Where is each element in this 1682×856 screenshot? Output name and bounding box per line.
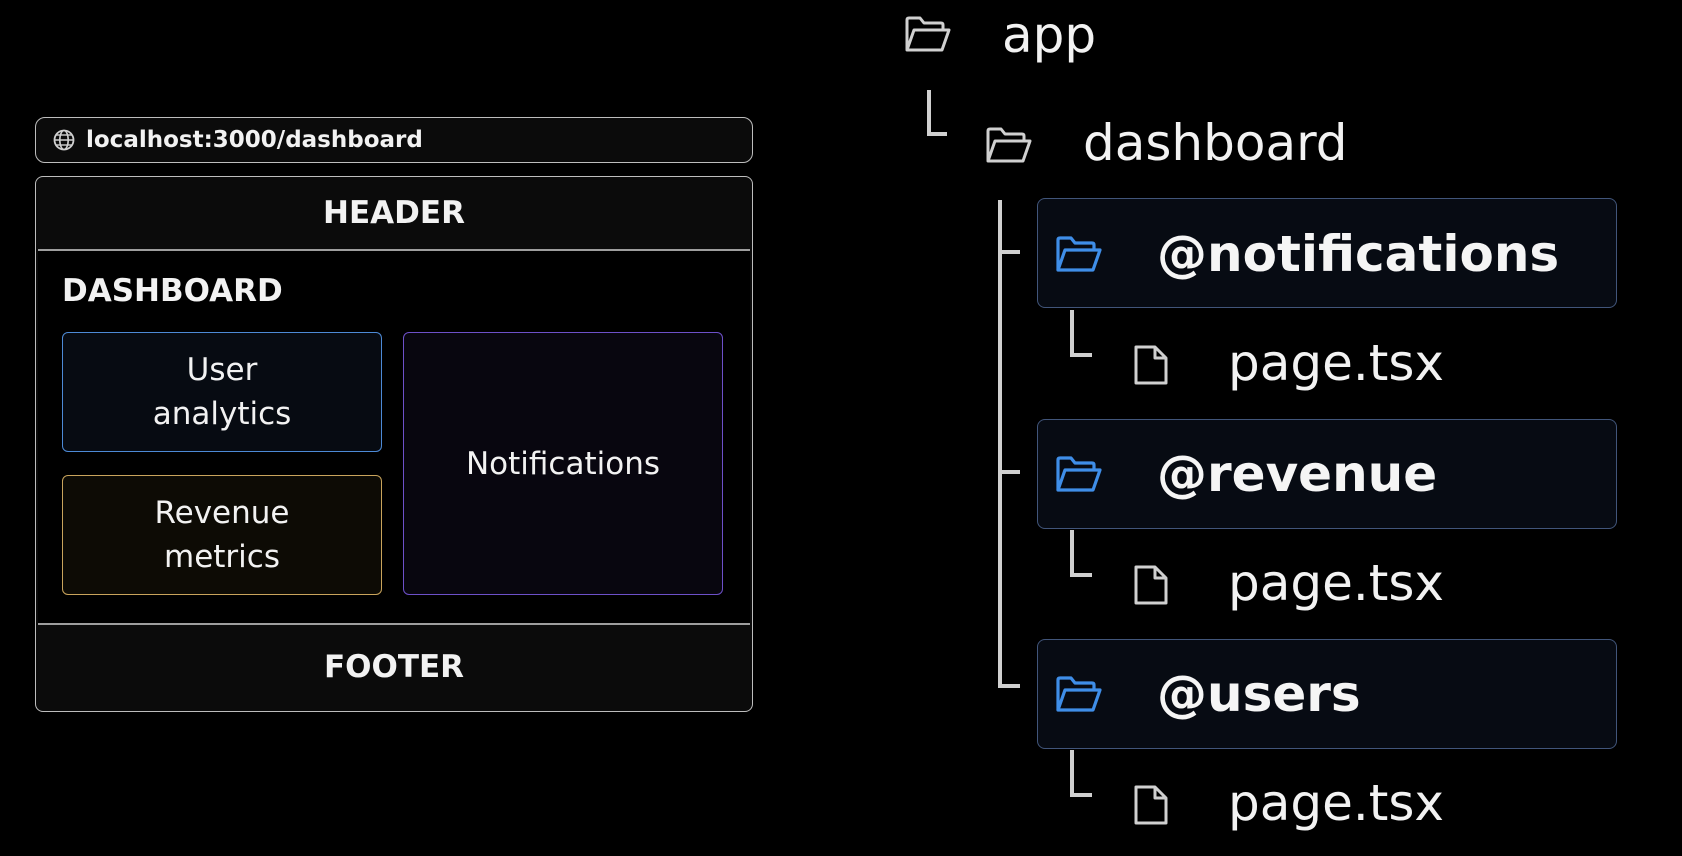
folder-icon [905, 16, 951, 52]
tree-connector-slot [1070, 530, 1074, 577]
folder-icon [986, 127, 1032, 163]
tree-connector-slot [1070, 310, 1074, 357]
folder-name-app: app [1002, 6, 1097, 64]
tree-connector-dashboard [998, 684, 1020, 688]
file-name-page: page.tsx [1228, 774, 1445, 832]
file-icon [1134, 785, 1168, 825]
dashboard-area: DASHBOARD User analytics Revenue metrics… [38, 249, 750, 625]
folder-icon [1056, 676, 1102, 712]
folder-icon [1056, 456, 1102, 492]
notifications-label: Notifications [465, 445, 661, 482]
folder-name-dashboard: dashboard [1083, 114, 1348, 172]
tree-connector-dashboard [998, 470, 1020, 474]
slot-name-revenue: @revenue [1157, 445, 1438, 503]
file-name-page: page.tsx [1228, 554, 1445, 612]
tree-connector-slot [1070, 793, 1092, 797]
tree-connector-slot [1070, 353, 1092, 357]
tree-connector-dashboard [998, 200, 1002, 688]
revenue-metrics-label: Revenue metrics [154, 495, 290, 575]
file-icon [1134, 345, 1168, 385]
layout-footer: FOOTER [323, 649, 465, 685]
user-analytics-label: User analytics [152, 352, 292, 432]
url-text: localhost:3000/dashboard [86, 127, 423, 153]
revenue-metrics-card: Revenue metrics [62, 475, 382, 595]
user-analytics-card: User analytics [62, 332, 382, 452]
folder-icon [1056, 236, 1102, 272]
globe-icon [53, 129, 75, 151]
file-icon [1134, 565, 1168, 605]
tree-connector-slot [1070, 573, 1092, 577]
tree-connector-dashboard [998, 250, 1020, 254]
tree-connector-app [927, 132, 947, 136]
layout-header: HEADER [323, 195, 465, 231]
file-name-page: page.tsx [1228, 334, 1445, 392]
tree-connector-slot [1070, 750, 1074, 797]
layout-frame: HEADER DASHBOARD User analytics Revenue … [35, 176, 753, 712]
notifications-card: Notifications [403, 332, 723, 595]
tree-connector-app [927, 90, 931, 136]
slot-name-notifications: @notifications [1157, 225, 1560, 283]
slot-name-users: @users [1157, 665, 1361, 723]
url-bar[interactable]: localhost:3000/dashboard [35, 117, 753, 163]
dashboard-title: DASHBOARD [62, 273, 283, 309]
